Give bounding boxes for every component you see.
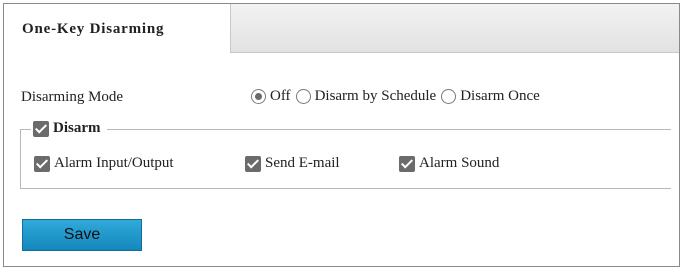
disarming-mode-radio-group: Off Disarm by Schedule Disarm Once [251,88,545,105]
send-email-option[interactable]: Send E-mail [245,155,340,172]
radio-option-off[interactable]: Off [251,88,291,105]
radio-disarm-once[interactable] [441,89,457,104]
alarm-sound-label: Alarm Sound [419,155,500,171]
send-email-checkbox[interactable] [245,155,261,172]
send-email-label: Send E-mail [265,155,340,171]
alarm-input-output-label: Alarm Input/Output [54,155,174,171]
disarm-checkbox[interactable] [33,120,49,137]
disarming-mode-label: Disarming Mode [21,89,124,105]
radio-disarm-by-schedule[interactable] [295,89,311,104]
disarm-checkbox-group[interactable]: Disarm [31,120,107,137]
disarm-label: Disarm [53,120,101,136]
alarm-input-output-option[interactable]: Alarm Input/Output [34,155,174,172]
save-button[interactable]: Save [22,219,142,251]
radio-option-disarm-once[interactable]: Disarm Once [441,88,540,105]
tab-one-key-disarming[interactable]: One-Key Disarming [4,4,231,53]
radio-off-label: Off [270,88,291,104]
radio-disarm-by-schedule-label: Disarm by Schedule [314,88,437,104]
tab-label: One-Key Disarming [22,21,165,37]
radio-option-disarm-by-schedule[interactable]: Disarm by Schedule [295,88,437,105]
radio-off[interactable] [251,89,266,104]
tab-bar: One-Key Disarming [4,4,679,53]
alarm-sound-checkbox[interactable] [399,155,415,172]
alarm-input-output-checkbox[interactable] [34,155,50,172]
alarm-sound-option[interactable]: Alarm Sound [399,155,499,172]
radio-disarm-once-label: Disarm Once [460,88,540,104]
